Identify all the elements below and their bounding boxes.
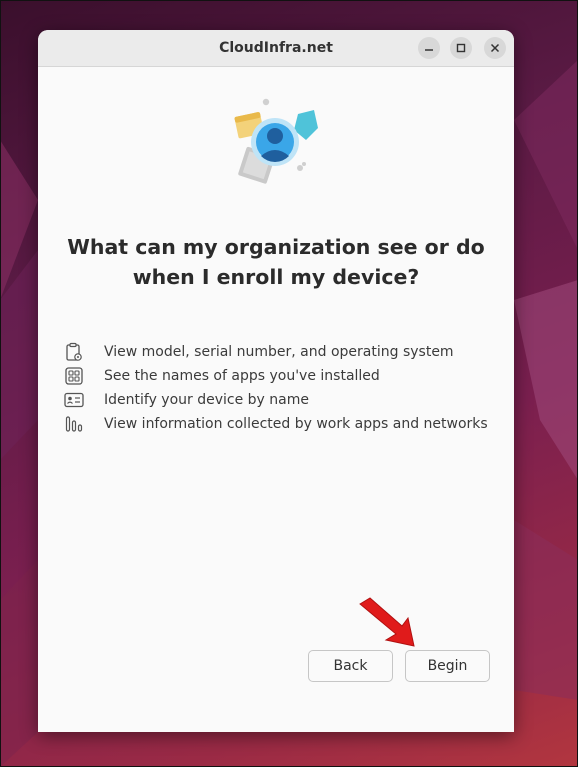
page-heading: What can my organization see or do when … <box>58 232 494 292</box>
title-bar: CloudInfra.net <box>38 30 514 67</box>
list-item-label: View model, serial number, and operating… <box>104 344 454 360</box>
minimize-button[interactable] <box>418 37 440 59</box>
annotation-arrow-icon <box>359 597 415 647</box>
minimize-icon <box>425 49 433 51</box>
list-item-label: View information collected by work apps … <box>104 416 488 432</box>
maximize-icon <box>456 43 466 53</box>
heading-line-2: when I enroll my device? <box>132 265 420 289</box>
enrollment-illustration-icon <box>234 98 318 184</box>
back-button[interactable]: Back <box>308 650 393 682</box>
id-card-icon <box>64 390 84 410</box>
close-button[interactable] <box>484 37 506 59</box>
clipboard-gear-icon <box>64 342 84 362</box>
bar-chart-icon <box>64 414 84 434</box>
close-icon <box>490 43 500 53</box>
list-item-label: See the names of apps you've installed <box>104 368 380 384</box>
list-item: See the names of apps you've installed <box>64 364 488 388</box>
app-grid-icon <box>64 366 84 386</box>
maximize-button[interactable] <box>450 37 472 59</box>
list-item: View information collected by work apps … <box>64 412 488 436</box>
heading-line-1: What can my organization see or do <box>67 235 485 259</box>
list-item-label: Identify your device by name <box>104 392 309 408</box>
begin-button[interactable]: Begin <box>405 650 490 682</box>
list-item: View model, serial number, and operating… <box>64 340 488 364</box>
list-item: Identify your device by name <box>64 388 488 412</box>
window-title: CloudInfra.net <box>219 40 333 56</box>
app-window: CloudInfra.net What can my organization <box>38 30 514 732</box>
permissions-list: View model, serial number, and operating… <box>64 340 488 436</box>
